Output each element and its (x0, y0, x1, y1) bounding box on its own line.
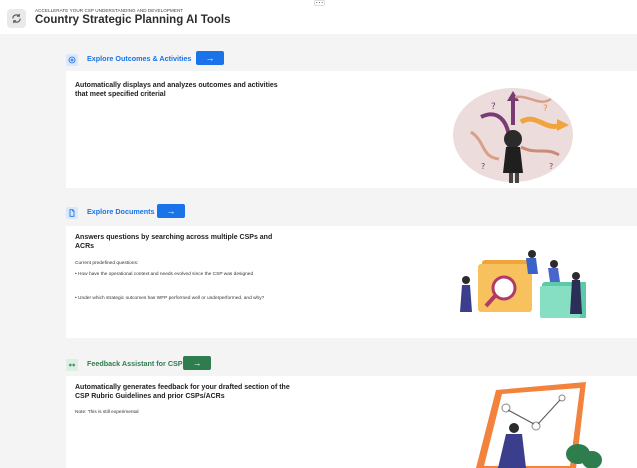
question-item[interactable]: • Under which strategic outcomes has WFP… (75, 295, 285, 302)
section-header: Explore Outcomes & Activities → (66, 51, 637, 73)
feedback-illustration (476, 382, 602, 468)
page-title: Country Strategic Planning AI Tools (35, 14, 231, 26)
section-header: Feedback Assistant for CSP → (66, 356, 637, 378)
card-documents: Answers questions by searching across mu… (66, 226, 637, 338)
app-header: ACCELLERATE YOUR CSP UNDERSTANDING AND D… (0, 0, 637, 34)
outcomes-illustration: ? ? ? ? (453, 88, 573, 183)
refresh-icon[interactable] (7, 9, 26, 28)
left-margin (0, 34, 66, 468)
svg-text:?: ? (549, 162, 553, 171)
page-kicker: ACCELLERATE YOUR CSP UNDERSTANDING AND D… (35, 8, 184, 13)
section-header: Explore Documents → (66, 204, 637, 226)
explore-outcomes-button[interactable]: → (196, 51, 224, 65)
feedback-assistant-button[interactable]: → (183, 356, 211, 370)
svg-text:?: ? (491, 102, 496, 112)
svg-text:?: ? (543, 104, 548, 114)
svg-text:?: ? (481, 162, 485, 171)
section-title[interactable]: Explore Documents (87, 207, 155, 216)
section-title[interactable]: Explore Outcomes & Activities (87, 54, 191, 63)
swap-arrows-icon (66, 359, 78, 371)
card-title: Answers questions by searching across mu… (75, 234, 273, 250)
card-title: Automatically generates feedback for you… (75, 384, 290, 400)
card-feedback: Automatically generates feedback for you… (66, 376, 637, 468)
experimental-note: Note: This is still experimental (75, 410, 139, 415)
explore-documents-button[interactable]: → (157, 204, 185, 218)
predefined-questions-label: Current predefined questions: (75, 261, 139, 266)
question-item[interactable]: • How have the operational context and n… (75, 271, 285, 278)
more-options-button[interactable]: ··· (314, 0, 325, 7)
target-icon (66, 54, 78, 66)
card-outcomes: Automatically displays and analyzes outc… (66, 71, 637, 188)
section-title[interactable]: Feedback Assistant for CSP (87, 359, 183, 368)
card-title: Automatically displays and analyzes outc… (75, 82, 278, 98)
document-icon (66, 207, 78, 219)
documents-illustration (460, 250, 586, 318)
